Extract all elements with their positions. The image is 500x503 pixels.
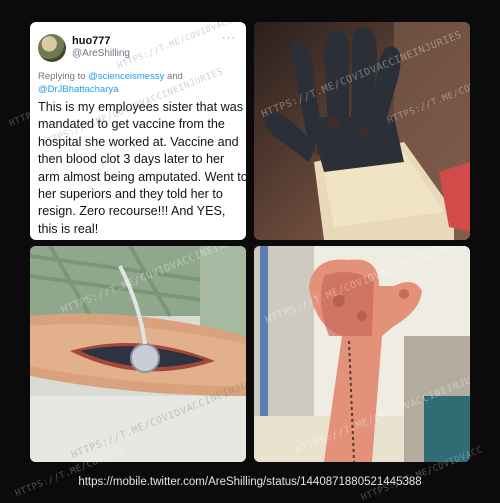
photo-arm-stitches: HTTPS://T.ME/COVIDVACCINEINJURIES HTTPS:…	[254, 246, 470, 462]
tweet-card: huo777 @AreShilling ··· Replying to @sci…	[30, 22, 246, 240]
watermark-text: HTTPS://T.ME/COVIDVACCINEINJURIES	[116, 22, 246, 72]
reply-mention-1[interactable]: @scienceismessy	[88, 71, 164, 82]
photo-arm-wound: HTTPS://T.ME/COVIDVACCINEINJURIES HTTPS:…	[30, 246, 246, 462]
photo-hand-image	[254, 22, 470, 240]
photo-hand: HTTPS://T.ME/COVIDVACCINEINJURIES HTTPS:…	[254, 22, 470, 240]
user-handle[interactable]: @AreShilling	[72, 48, 130, 59]
tweet-text: This is my employees sister that was man…	[38, 100, 246, 236]
reply-and: and	[166, 71, 183, 82]
source-url[interactable]: https://mobile.twitter.com/AreShilling/s…	[0, 476, 500, 488]
reply-prefix: Replying to	[38, 71, 86, 82]
more-icon[interactable]: ···	[222, 32, 236, 44]
avatar[interactable]	[38, 34, 66, 62]
display-name[interactable]: huo777	[72, 35, 111, 47]
